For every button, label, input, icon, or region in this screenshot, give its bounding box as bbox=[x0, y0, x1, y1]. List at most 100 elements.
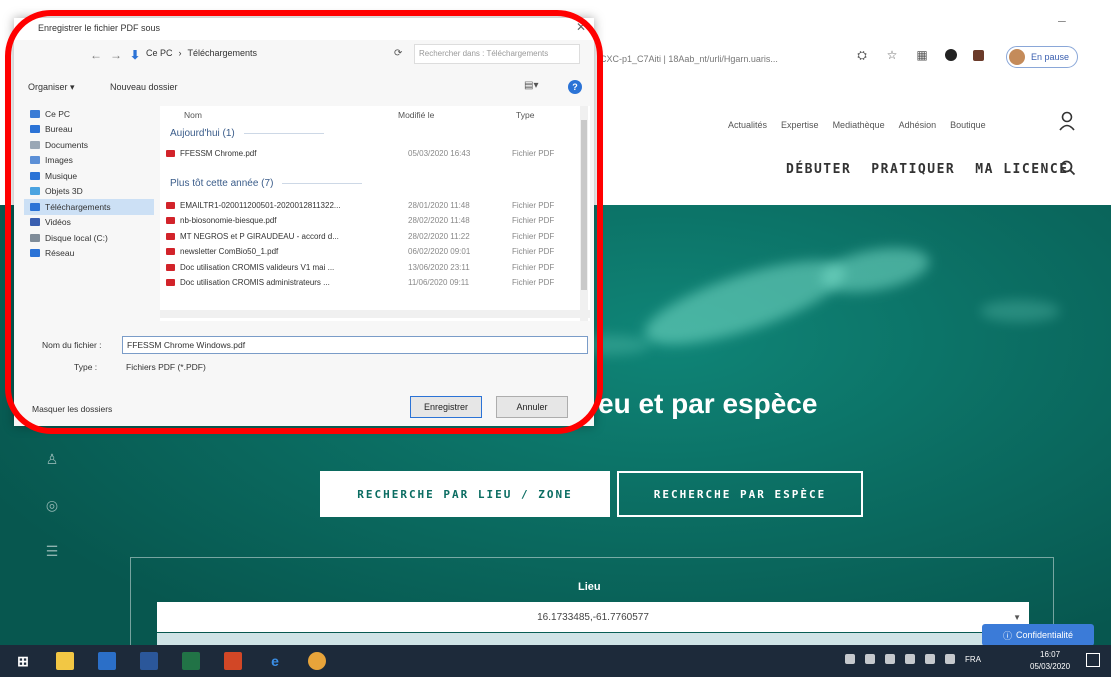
file-date: 13/06/2020 23:11 bbox=[408, 262, 470, 272]
nav-debuter[interactable]: DÉBUTER bbox=[786, 162, 851, 177]
dialog-search-input[interactable]: Rechercher dans : Téléchargements bbox=[414, 44, 580, 64]
nav-pane-item[interactable]: Musique bbox=[24, 168, 154, 184]
forward-arrow-icon[interactable]: → bbox=[110, 48, 122, 62]
extension-dark-icon[interactable] bbox=[945, 49, 957, 61]
nav-pane-item[interactable]: Vidéos bbox=[24, 215, 154, 231]
new-folder-button[interactable]: Nouveau dossier bbox=[110, 82, 178, 92]
scrollbar-thumb[interactable] bbox=[581, 120, 587, 290]
profile-label: En pause bbox=[1031, 52, 1070, 62]
save-button[interactable]: Enregistrer bbox=[410, 396, 482, 418]
file-name: MT NEGROS et P GIRAUDEAU - accord d... bbox=[180, 231, 339, 241]
group-header-earlier[interactable]: Plus tôt cette année (7) bbox=[170, 178, 362, 189]
hero-title: eu et par espèce bbox=[598, 388, 818, 419]
confidentiality-label: Confidentialité bbox=[1015, 630, 1074, 640]
chrome-icon[interactable] bbox=[308, 652, 326, 670]
file-type-select[interactable]: Fichiers PDF (*.PDF) bbox=[122, 359, 588, 375]
column-header-type[interactable]: Type bbox=[516, 110, 534, 120]
file-type: Fichier PDF bbox=[512, 247, 555, 256]
breadcrumb-item[interactable]: Téléchargements bbox=[188, 48, 258, 58]
search-icon[interactable] bbox=[1060, 160, 1076, 176]
horizontal-scrollbar[interactable] bbox=[160, 310, 590, 318]
language-indicator[interactable]: FRA bbox=[965, 655, 981, 664]
nav-pratiquer[interactable]: PRATIQUER bbox=[871, 162, 955, 177]
file-type: Fichier PDF bbox=[512, 231, 555, 241]
nav-pane-item[interactable]: Documents bbox=[24, 137, 154, 153]
place-value: 16.1733485,-61.7760577 bbox=[537, 611, 649, 623]
file-row[interactable]: Doc utilisation CROMIS administrateurs .… bbox=[166, 276, 576, 290]
cancel-button[interactable]: Annuler bbox=[496, 396, 568, 418]
powerpoint-icon[interactable] bbox=[224, 652, 242, 670]
group-label: Aujourd'hui (1) bbox=[170, 128, 235, 139]
close-icon[interactable]: ✕ bbox=[576, 20, 586, 34]
confidentiality-button[interactable]: ⓘ Confidentialité bbox=[982, 624, 1094, 646]
group-header-today[interactable]: Aujourd'hui (1) bbox=[170, 128, 324, 139]
star-icon[interactable]: ☆ bbox=[885, 48, 899, 62]
word-icon[interactable] bbox=[140, 652, 158, 670]
notifications-icon[interactable] bbox=[1086, 653, 1100, 667]
place-select[interactable]: 16.1733485,-61.7760577 ▼ bbox=[157, 602, 1029, 632]
volume-icon[interactable] bbox=[945, 654, 955, 664]
top-link[interactable]: Actualités bbox=[728, 120, 767, 130]
file-row[interactable]: EMAILTR1-020011200501-2020012811322... 28… bbox=[166, 198, 576, 212]
nav-ma-licence[interactable]: MA LICENCE bbox=[975, 162, 1068, 177]
pdf-file-icon bbox=[166, 263, 175, 271]
nav-pane-item[interactable]: Images bbox=[24, 153, 154, 169]
column-header-modified[interactable]: Modifié le bbox=[398, 110, 434, 120]
water-splash bbox=[636, 243, 854, 362]
breadcrumb-item[interactable]: Ce PC bbox=[146, 48, 173, 58]
file-list-scrollbar[interactable] bbox=[580, 106, 588, 321]
globe-icon[interactable]: ◎ bbox=[44, 497, 60, 513]
tray-icon[interactable] bbox=[845, 654, 855, 664]
file-row[interactable]: MT NEGROS et P GIRAUDEAU - accord d... 28… bbox=[166, 229, 576, 243]
person-icon[interactable]: ♙ bbox=[44, 451, 60, 467]
back-arrow-icon[interactable]: ← bbox=[90, 48, 102, 62]
hide-folders-toggle[interactable]: Masquer les dossiers bbox=[32, 404, 112, 414]
user-account-icon[interactable] bbox=[1058, 110, 1080, 132]
start-icon[interactable]: ⊞ bbox=[14, 652, 32, 670]
filename-input[interactable]: FFESSM Chrome Windows.pdf bbox=[122, 336, 588, 354]
file-row[interactable]: Doc utilisation CROMIS valideurs V1 mai … bbox=[166, 260, 576, 274]
file-row[interactable]: newsletter ComBio50_1.pdf 06/02/2020 09:0… bbox=[166, 245, 576, 259]
avatar bbox=[1009, 49, 1025, 65]
top-link[interactable]: Boutique bbox=[950, 120, 986, 130]
translate-icon[interactable]: ⛭ bbox=[855, 48, 869, 62]
help-icon[interactable]: ? bbox=[568, 80, 582, 94]
nav-pane-item[interactable]: Réseau bbox=[24, 246, 154, 262]
nav-pane-item[interactable]: Disque local (C:) bbox=[24, 230, 154, 246]
nav-pane-item[interactable]: Objets 3D bbox=[24, 184, 154, 200]
view-options-icon[interactable]: ▤▾ bbox=[524, 80, 538, 91]
file-explorer-icon[interactable] bbox=[56, 652, 74, 670]
file-row[interactable]: FFESSM Chrome.pdf 05/03/2020 16:43 Fichier… bbox=[166, 146, 576, 160]
tab-search-by-place[interactable]: RECHERCHE PAR LIEU / ZONE bbox=[320, 471, 610, 517]
tab-search-by-species[interactable]: RECHERCHE PAR ESPÈCE bbox=[617, 471, 863, 517]
nav-pane-label: Disque local (C:) bbox=[45, 232, 108, 243]
file-row[interactable]: nb-biosonomie-biesque.pdf 28/02/2020 11:4… bbox=[166, 214, 576, 228]
address-bar[interactable]: CXC-p1_C7Aiti | 18Aab_nt/urli/Hgarn.uari… bbox=[600, 44, 850, 74]
extension-square-icon[interactable] bbox=[973, 49, 984, 61]
extension-icon[interactable]: ▦ bbox=[915, 48, 929, 62]
outlook-icon[interactable] bbox=[98, 652, 116, 670]
file-date: 28/02/2020 11:48 bbox=[408, 216, 470, 225]
pdf-file-icon bbox=[166, 232, 175, 240]
nav-pane-item[interactable]: Ce PC bbox=[24, 106, 154, 122]
top-link[interactable]: Adhésion bbox=[899, 120, 937, 130]
nav-pane-item[interactable]: Téléchargements bbox=[24, 199, 154, 215]
internet-explorer-icon[interactable]: e bbox=[266, 652, 284, 670]
clock[interactable]: 16:07 05/03/2020 bbox=[1030, 649, 1070, 673]
minimize-button[interactable]: – bbox=[1058, 12, 1066, 28]
column-header-name[interactable]: Nom bbox=[184, 110, 202, 120]
profile-button[interactable]: En pause bbox=[1006, 46, 1079, 68]
tray-icon[interactable] bbox=[885, 654, 895, 664]
top-link[interactable]: Expertise bbox=[781, 120, 819, 130]
list-icon[interactable]: ☰ bbox=[44, 543, 60, 559]
network-icon[interactable] bbox=[925, 654, 935, 664]
tray-icon[interactable] bbox=[905, 654, 915, 664]
organize-menu[interactable]: Organiser ▾ bbox=[28, 82, 75, 93]
refresh-icon[interactable]: ⟳ bbox=[394, 48, 402, 59]
top-link[interactable]: Mediathèque bbox=[833, 120, 885, 130]
nav-arrows: ← → ⬇ bbox=[90, 48, 140, 62]
nav-pane-item[interactable]: Bureau bbox=[24, 122, 154, 138]
excel-icon[interactable] bbox=[182, 652, 200, 670]
nav-pane-label: Ce PC bbox=[45, 108, 71, 119]
tray-icon[interactable] bbox=[865, 654, 875, 664]
